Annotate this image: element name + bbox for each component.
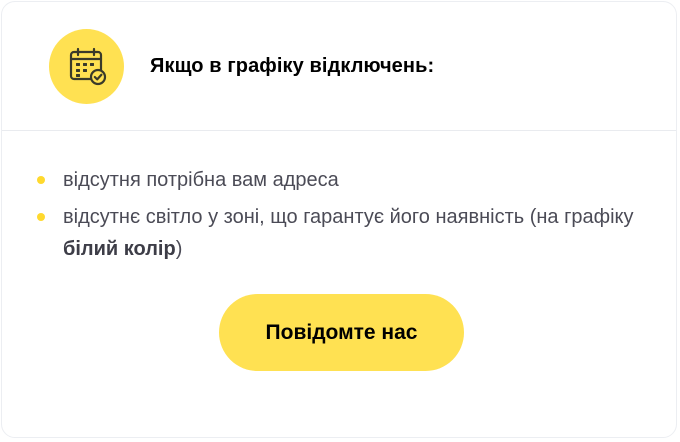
calendar-check-icon — [69, 47, 106, 86]
report-card: Якщо в графіку відключень: відсутня потр… — [1, 1, 677, 438]
reason-text-after: ) — [175, 238, 183, 260]
notify-us-button[interactable]: Повідомте нас — [219, 294, 464, 371]
list-item: відсутня потрібна вам адреса — [37, 164, 657, 196]
reasons-list: відсутня потрібна вам адреса відсутнє св… — [37, 164, 657, 270]
card-header: Якщо в графіку відключень: — [2, 2, 676, 131]
calendar-icon-badge — [49, 28, 124, 104]
reason-text-bold: білий колір — [63, 238, 176, 260]
list-item: відсутнє світло у зоні, що гарантує його… — [37, 201, 657, 265]
bullet-dot — [37, 213, 45, 221]
bullet-dot — [37, 176, 45, 184]
reason-text-before: відсутнє світло у зоні, що гарантує його… — [63, 206, 634, 228]
card-title: Якщо в графіку відключень: — [150, 54, 435, 77]
reason-text: відсутня потрібна вам адреса — [63, 169, 339, 191]
